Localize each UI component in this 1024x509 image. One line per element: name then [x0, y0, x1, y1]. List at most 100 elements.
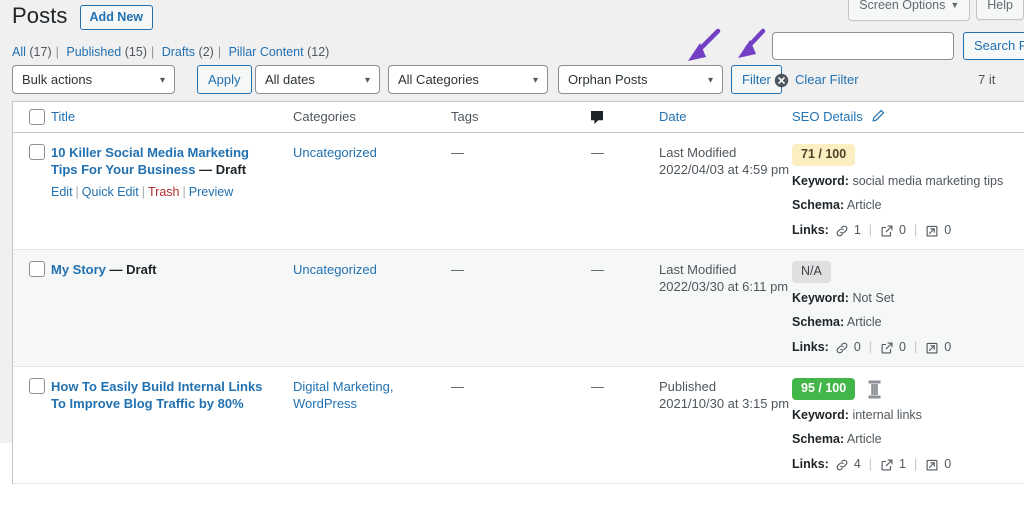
arrow-to-orphan-filter: [688, 28, 721, 61]
row-select-checkbox[interactable]: [29, 261, 45, 277]
search-input[interactable]: [772, 32, 954, 60]
incoming-links-group: 0: [925, 222, 951, 239]
column-header-comments[interactable]: [591, 110, 659, 124]
row-date-state: Last Modified: [659, 262, 737, 277]
column-header-seo-details[interactable]: SEO Details: [792, 109, 1024, 125]
seo-schema-label: Schema:: [792, 432, 845, 446]
column-header-categories: Categories: [293, 109, 356, 124]
incoming-links-group: 0: [925, 456, 951, 473]
incoming-links-count: 0: [944, 223, 952, 237]
select-all-checkbox-cell[interactable]: [13, 109, 51, 125]
seo-schema-value: Article: [846, 198, 882, 212]
internal-links-group: 1: [835, 222, 861, 239]
incoming-links-count: 0: [944, 457, 952, 471]
page-title: Posts: [12, 3, 68, 28]
seo-details-label: SEO Details: [792, 109, 863, 124]
search-posts-button[interactable]: Search Po: [963, 32, 1024, 60]
column-header-title[interactable]: Title: [51, 109, 293, 125]
column-header-date[interactable]: Date: [659, 109, 792, 125]
items-count-label: 7 it: [978, 72, 996, 87]
internal-links-group: 0: [835, 339, 861, 356]
seo-keyword-value: Not Set: [852, 291, 895, 305]
row-checkbox-cell[interactable]: [13, 144, 51, 160]
chain-link-icon: [836, 225, 848, 236]
seo-score-row: 71 / 100: [792, 144, 1024, 166]
arrow-to-filter-button: [738, 28, 766, 58]
external-links-group: 0: [880, 222, 906, 239]
date-filter-value: All dates: [265, 72, 315, 87]
post-title-text: My Story: [51, 262, 106, 277]
status-link-all[interactable]: All: [12, 45, 26, 59]
status-link-published[interactable]: Published: [66, 45, 121, 59]
seo-schema-line: Schema: Article: [792, 431, 1024, 448]
row-date-cell: Last Modified 2022/03/30 at 6:11 pm: [659, 261, 792, 295]
clear-filter-link[interactable]: Clear Filter: [774, 71, 859, 89]
category-filter-select[interactable]: All Categories ▾: [388, 65, 548, 94]
bulk-actions-value: Bulk actions: [22, 72, 93, 87]
seo-schema-value: Article: [846, 315, 882, 329]
comment-bubble-icon: [591, 110, 603, 124]
add-new-button[interactable]: Add New: [79, 4, 154, 30]
seo-keyword-label: Keyword:: [792, 174, 849, 188]
select-all-checkbox[interactable]: [29, 109, 45, 125]
post-title-link[interactable]: My Story — Draft: [51, 261, 293, 278]
external-links-count: 0: [899, 223, 906, 237]
seo-schema-label: Schema:: [792, 315, 845, 329]
incoming-links-group: 0: [925, 339, 951, 356]
table-row: 10 Killer Social Media Marketing Tips Fo…: [13, 133, 1024, 250]
seo-links-line: Links: 4 | 1 | 0: [792, 456, 952, 473]
seo-keyword-line: Keyword: social media marketing tips: [792, 173, 1024, 190]
row-tags-cell: —: [451, 262, 464, 277]
external-links-count: 0: [899, 340, 906, 354]
row-checkbox-cell[interactable]: [13, 378, 51, 394]
row-action-preview[interactable]: Preview: [189, 185, 233, 199]
status-count-all: (17): [29, 45, 52, 59]
row-date-value: 2022/03/30 at 6:11 pm: [659, 279, 789, 294]
screen-options-tab[interactable]: Screen Options ▼: [848, 0, 971, 21]
row-action-edit[interactable]: Edit: [51, 185, 73, 199]
row-categories-cell[interactable]: Uncategorized: [293, 144, 451, 161]
seo-keyword-label: Keyword:: [792, 291, 849, 305]
row-categories-cell[interactable]: Uncategorized: [293, 261, 451, 278]
post-state-label: — Draft: [199, 162, 247, 177]
chevron-down-icon: ▾: [159, 75, 165, 86]
row-date-cell: Published 2021/10/30 at 3:15 pm: [659, 378, 792, 412]
orphan-posts-filter-select[interactable]: Orphan Posts ▾: [558, 65, 723, 94]
pillar-column-icon: [868, 380, 881, 398]
status-count-pillar-content: (12): [307, 45, 330, 59]
date-filter-select[interactable]: All dates ▾: [255, 65, 380, 94]
row-select-checkbox[interactable]: [29, 144, 45, 160]
bulk-actions-select[interactable]: Bulk actions ▾: [12, 65, 175, 94]
internal-links-count: 4: [853, 457, 861, 471]
seo-keyword-label: Keyword:: [792, 408, 849, 422]
row-actions: Edit | Quick Edit | Trash | Preview: [51, 185, 234, 199]
apply-button[interactable]: Apply: [197, 65, 252, 94]
row-tags-cell: —: [451, 379, 464, 394]
seo-links-line: Links: 1 | 0 | 0: [792, 222, 952, 239]
table-navigation-toolbar: Bulk actions ▾ Apply All dates ▾ All Cat…: [12, 65, 1024, 95]
page-heading-area: Posts Add New: [12, 2, 154, 31]
external-link-icon: [881, 342, 893, 353]
seo-score-badge: 71 / 100: [792, 144, 856, 166]
status-link-pillar-content[interactable]: Pillar Content: [229, 45, 304, 59]
post-title-link[interactable]: How To Easily Build Internal Links To Im…: [51, 378, 293, 412]
row-action-trash[interactable]: Trash: [148, 185, 180, 199]
x-circle-icon: [774, 73, 789, 87]
pencil-icon[interactable]: [871, 109, 885, 123]
chevron-down-icon: ▼: [950, 0, 960, 10]
row-action-quick-edit[interactable]: Quick Edit: [82, 185, 139, 199]
chain-link-icon: [836, 459, 848, 470]
status-link-drafts[interactable]: Drafts: [162, 45, 195, 59]
category-filter-value: All Categories: [398, 72, 479, 87]
seo-schema-line: Schema: Article: [792, 197, 1024, 214]
row-select-checkbox[interactable]: [29, 378, 45, 394]
row-seo-details-cell: 95 / 100 Keyword: internal links Schema:…: [792, 378, 1024, 473]
post-title-link[interactable]: 10 Killer Social Media Marketing Tips Fo…: [51, 144, 293, 178]
seo-keyword-line: Keyword: Not Set: [792, 290, 1024, 307]
row-checkbox-cell[interactable]: [13, 261, 51, 277]
chevron-down-icon: ▾: [364, 75, 370, 86]
table-header-row: Title Categories Tags Date SEO Details: [13, 102, 1024, 133]
row-categories-cell[interactable]: Digital Marketing, WordPress: [293, 378, 451, 412]
row-title-cell: 10 Killer Social Media Marketing Tips Fo…: [51, 144, 293, 200]
help-tab[interactable]: Help: [976, 0, 1024, 20]
